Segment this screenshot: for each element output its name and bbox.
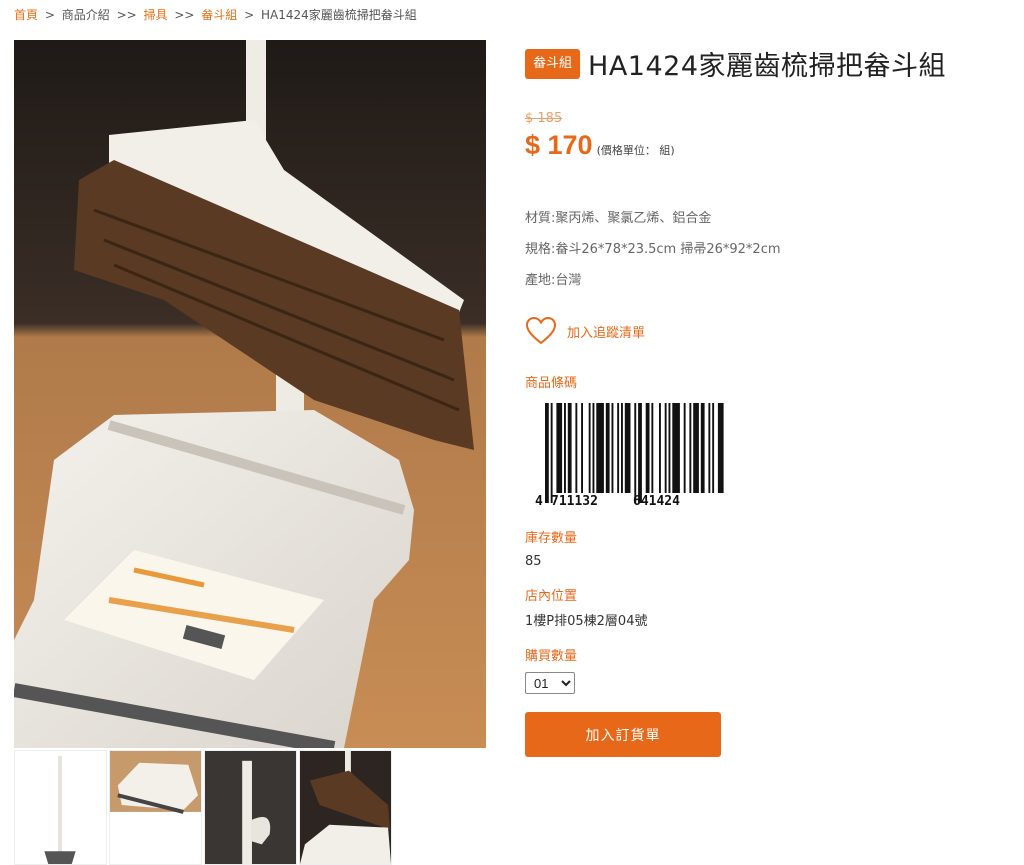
- breadcrumb-separator: >: [244, 8, 255, 22]
- breadcrumb-products: 商品介紹: [61, 8, 110, 22]
- barcode-bar: [564, 403, 566, 493]
- barcode-digits-left: 711132: [551, 494, 598, 509]
- barcode-bar: [624, 403, 631, 493]
- heart-icon: [525, 316, 557, 346]
- barcode-bar: [712, 403, 715, 493]
- category-badge[interactable]: 畚斗組: [525, 48, 581, 79]
- breadcrumb-subcategory[interactable]: 畚斗組: [201, 8, 237, 22]
- barcode-bar: [550, 403, 553, 503]
- product-info: 畚斗組 HA1424家麗齒梳掃把畚斗組 $ 185 $ 170 (價格單位： 組…: [525, 44, 1005, 757]
- price-unit: (價格單位： 組): [596, 144, 675, 157]
- barcode-bar: [708, 403, 711, 493]
- location-label: 店內位置: [525, 589, 578, 604]
- spec-size: 規格:畚斗26*78*23.5cm 掃帚26*92*2cm: [525, 242, 781, 257]
- barcode-bar: [689, 403, 692, 493]
- location-value: 1樓P排05棟2層04號: [525, 614, 648, 629]
- product-main-image[interactable]: [14, 40, 486, 748]
- barcode-bar: [581, 403, 583, 493]
- thumbnail-image: [205, 751, 296, 864]
- thumbnail-strip: [14, 750, 392, 865]
- barcode-bar: [651, 403, 654, 493]
- product-specs: 材質:聚丙烯、聚氯乙烯、鋁合金 規格:畚斗26*78*23.5cm 掃帚26*9…: [525, 203, 1005, 296]
- thumbnail-image: [110, 751, 201, 864]
- sale-price: $ 170: [525, 130, 593, 160]
- thumbnail-image: [300, 751, 391, 864]
- thumbnail-image: [15, 751, 106, 864]
- thumbnail-2[interactable]: [109, 750, 202, 865]
- barcode-digits-right: 641424: [633, 494, 680, 509]
- stock-label: 庫存數量: [525, 531, 578, 546]
- barcode-bar: [683, 403, 686, 493]
- product-title: HA1424家麗齒梳掃把畚斗組: [588, 51, 947, 82]
- barcode-bar: [605, 403, 610, 493]
- breadcrumb: 首頁 > 商品介紹 >> 掃具 >> 畚斗組 > HA1424家麗齒梳掃把畚斗組: [14, 6, 417, 23]
- add-to-order-button[interactable]: 加入訂貨單: [525, 712, 721, 757]
- breadcrumb-separator: >: [44, 8, 55, 22]
- barcode-bar: [700, 403, 705, 493]
- breadcrumb-category[interactable]: 掃具: [144, 8, 168, 22]
- barcode-bar: [621, 403, 623, 493]
- barcode-bar: [664, 403, 667, 493]
- barcode-bar: [556, 403, 563, 493]
- barcode: 4 711132 641424: [529, 401, 724, 511]
- barcode-image: 4 711132 641424: [529, 401, 724, 511]
- quantity-select[interactable]: 01: [525, 672, 575, 694]
- breadcrumb-home[interactable]: 首頁: [14, 8, 38, 22]
- barcode-digit-first: 4: [535, 494, 543, 509]
- barcode-bar: [567, 403, 572, 493]
- barcode-bar: [592, 403, 595, 493]
- breadcrumb-current: HA1424家麗齒梳掃把畚斗組: [261, 8, 417, 22]
- barcode-bar: [638, 403, 642, 503]
- thumbnail-1[interactable]: [14, 750, 107, 865]
- breadcrumb-separator: >>: [116, 8, 137, 22]
- barcode-bar: [634, 403, 637, 503]
- barcode-bar: [575, 403, 578, 493]
- wishlist-label: 加入追蹤清單: [567, 325, 646, 341]
- barcode-bar: [645, 403, 650, 493]
- title-row: 畚斗組 HA1424家麗齒梳掃把畚斗組: [525, 44, 1005, 83]
- breadcrumb-separator: >>: [174, 8, 195, 22]
- barcode-bar: [617, 403, 620, 493]
- stock-value: 85: [525, 554, 542, 569]
- barcode-label: 商品條碼: [525, 376, 578, 391]
- thumbnail-4[interactable]: [299, 750, 392, 865]
- add-to-wishlist-button[interactable]: 加入追蹤清單: [525, 316, 1005, 346]
- barcode-bar: [596, 403, 604, 493]
- spec-origin: 產地:台灣: [525, 273, 582, 288]
- barcode-bar: [588, 403, 591, 493]
- barcode-bar: [717, 403, 724, 493]
- barcode-bar: [545, 403, 549, 503]
- thumbnail-3[interactable]: [204, 750, 297, 865]
- barcode-bar: [668, 403, 671, 493]
- spec-material: 材質:聚丙烯、聚氯乙烯、鋁合金: [525, 211, 712, 226]
- original-price: $ 185: [525, 111, 563, 126]
- barcode-bar: [693, 403, 699, 493]
- quantity-label: 購買數量: [525, 649, 578, 664]
- barcode-bar: [611, 403, 614, 493]
- barcode-bar: [659, 403, 661, 493]
- broom-dustpan-photo: [14, 40, 486, 748]
- barcode-bar: [672, 403, 680, 493]
- price-row: $ 170 (價格單位： 組): [525, 130, 1005, 161]
